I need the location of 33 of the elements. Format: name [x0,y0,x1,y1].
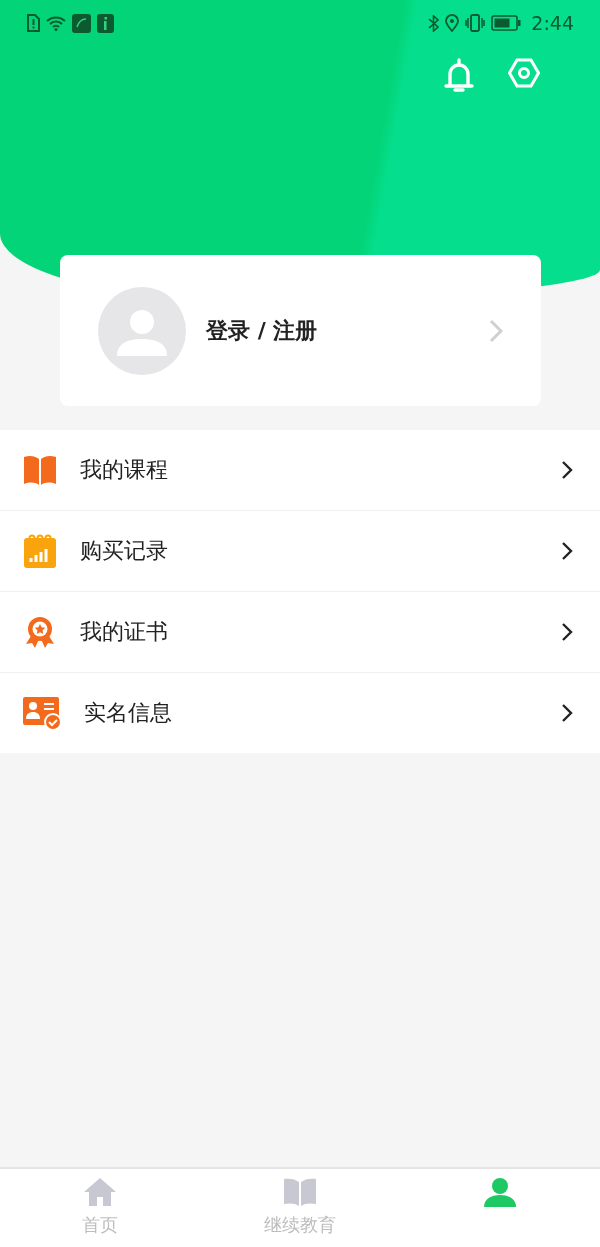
menu-label: 实名信息 [84,699,173,727]
menu-label: 购买记录 [80,537,169,565]
person-icon [482,1177,518,1207]
id-card-icon [22,695,62,731]
settings-icon[interactable] [508,58,540,88]
app-notification-icon [72,13,91,33]
menu-item[interactable]: 我的课程 [0,430,600,511]
chevron-right-icon [489,318,503,343]
book-icon [282,1177,318,1207]
chevron-right-icon [561,703,573,723]
battery-icon [491,15,522,31]
location-icon [445,14,460,32]
book-icon [22,454,58,486]
profile-card[interactable]: 登录 / 注册 [60,255,541,406]
menu-item[interactable]: 我的证书 [0,592,600,673]
avatar-icon [98,286,186,375]
sim-alert-icon [26,14,40,32]
vibrate-icon [465,14,486,32]
chevron-right-icon [561,541,573,561]
bluetooth-icon [428,14,440,32]
menu-label: 我的课程 [80,456,169,484]
menu-label: 我的证书 [80,618,169,646]
calendar-chart-icon [22,533,58,569]
chevron-right-icon [561,460,573,480]
status-time: 2:44 [531,12,574,34]
info-icon [97,13,114,33]
chevron-right-icon [561,622,573,642]
wifi-icon [46,15,66,31]
login-register-label: 登录 / 注册 [206,316,319,345]
notification-bell-icon[interactable] [444,58,474,94]
menu-item[interactable]: 实名信息 [0,673,600,753]
menu-item[interactable]: 购买记录 [0,511,600,592]
home-icon [83,1177,117,1207]
